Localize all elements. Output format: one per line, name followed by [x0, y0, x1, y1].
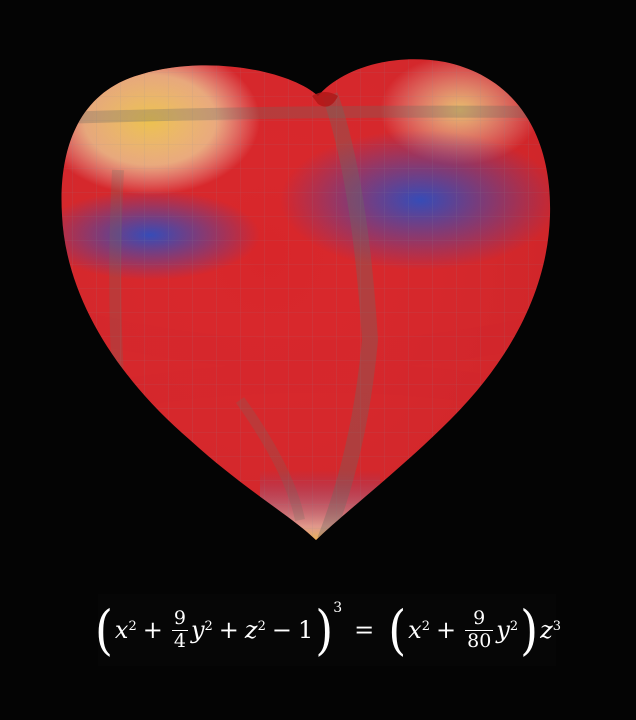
rhs-fraction-numerator: 9 [473, 606, 486, 629]
equals-sign: = [354, 616, 375, 644]
lhs-outer-exponent: 3 [333, 600, 343, 616]
rhs-plus: + [436, 616, 457, 644]
rhs-z-exponent: 3 [552, 618, 562, 634]
lhs-fraction: 9 4 [171, 606, 188, 653]
lhs-plus-1: + [142, 616, 163, 644]
lhs-minus: − [271, 616, 292, 644]
rhs-left-paren: ( [388, 598, 407, 662]
rhs-y: y [496, 616, 510, 644]
lhs-x-exponent: 2 [128, 618, 137, 634]
rhs-y-exponent: 2 [509, 618, 519, 634]
lhs-y-exponent: 2 [204, 618, 213, 634]
rhs-fraction-denominator: 80 [465, 629, 494, 652]
lhs-z: z [244, 616, 258, 644]
lhs-fraction-denominator: 4 [171, 629, 188, 652]
lhs-x: x [114, 616, 129, 644]
lhs-plus-2: + [218, 616, 239, 644]
lhs-constant: 1 [297, 616, 314, 644]
right-paren: ) [315, 598, 334, 662]
lhs-fraction-numerator: 9 [173, 606, 186, 629]
rhs-z: z [540, 616, 553, 644]
heart-equation: ( x2 + 9 4 y2 + z2 − 1 ) 3 = ( x2 + 9 80 … [94, 594, 561, 666]
rhs-fraction: 9 80 [465, 606, 494, 653]
lhs-z-exponent: 2 [257, 618, 266, 634]
rhs-x-exponent: 2 [421, 618, 430, 634]
lhs-y: y [190, 616, 205, 644]
left-paren: ( [94, 598, 113, 662]
rhs-right-paren: ) [520, 598, 539, 662]
rhs-x: x [408, 616, 422, 644]
